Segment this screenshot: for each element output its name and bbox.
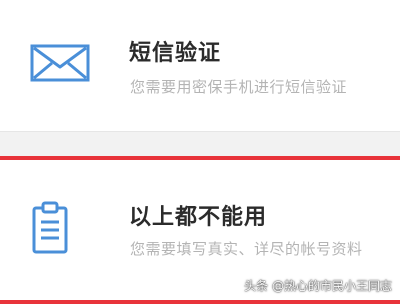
clipboard-icon [28, 200, 72, 260]
option-title: 短信验证 [129, 41, 222, 66]
option-description: 您需要用密保手机进行短信验证 [130, 78, 348, 96]
watermark-text: 头条 @热心的市民小王同志 [244, 279, 392, 293]
envelope-icon [28, 43, 92, 87]
option-sms-verification[interactable]: 短信验证 您需要用密保手机进行短信验证 [0, 0, 400, 132]
option-description: 您需要填写真实、详尽的帐号资料 [130, 240, 363, 258]
option-title: 以上都不能用 [129, 205, 268, 230]
